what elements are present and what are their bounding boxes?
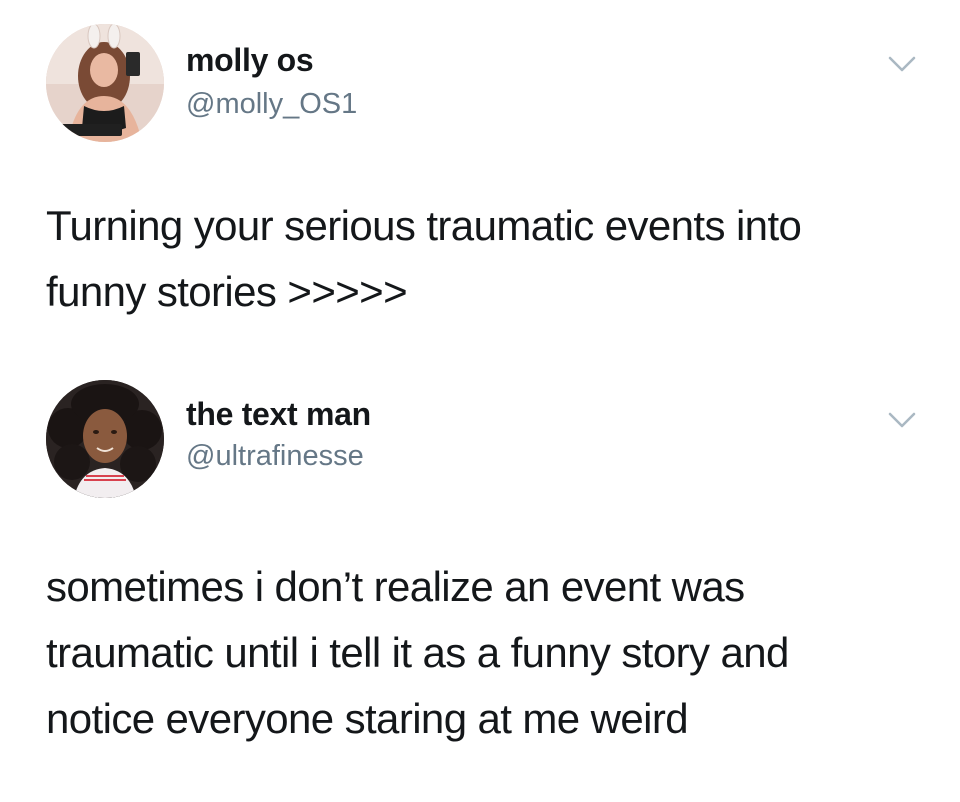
tweet-menu-button[interactable] — [880, 50, 924, 80]
author-handle[interactable]: @ultrafinesse — [186, 440, 364, 473]
tweet-text-line: notice everyone staring at me weird — [46, 695, 689, 742]
tweet-text: Turning your serious traumatic events in… — [46, 193, 926, 325]
tweet-menu-button[interactable] — [880, 406, 924, 436]
author-display-name[interactable]: the text man — [186, 396, 371, 433]
avatar[interactable] — [46, 380, 164, 498]
author-handle[interactable]: @molly_OS1 — [186, 88, 357, 121]
user-photo-avatar-icon — [46, 24, 164, 142]
user-photo-avatar-icon — [46, 380, 164, 498]
tweet-text-line: sometimes i don’t realize an event was — [46, 563, 745, 610]
tweet-text-line: traumatic until i tell it as a funny sto… — [46, 629, 789, 676]
tweet-text: sometimes i don’t realize an event was t… — [46, 554, 926, 752]
tweet-text-line: funny stories >>>>> — [46, 268, 408, 315]
tweet-text-line: Turning your serious traumatic events in… — [46, 202, 802, 249]
tweet: the text man @ultrafinesse sometimes i d… — [0, 360, 960, 802]
tweet: molly os @molly_OS1 Turning your serious… — [0, 0, 960, 360]
author-display-name[interactable]: molly os — [186, 42, 314, 79]
chevron-down-icon — [888, 56, 916, 72]
avatar[interactable] — [46, 24, 164, 142]
chevron-down-icon — [888, 412, 916, 428]
